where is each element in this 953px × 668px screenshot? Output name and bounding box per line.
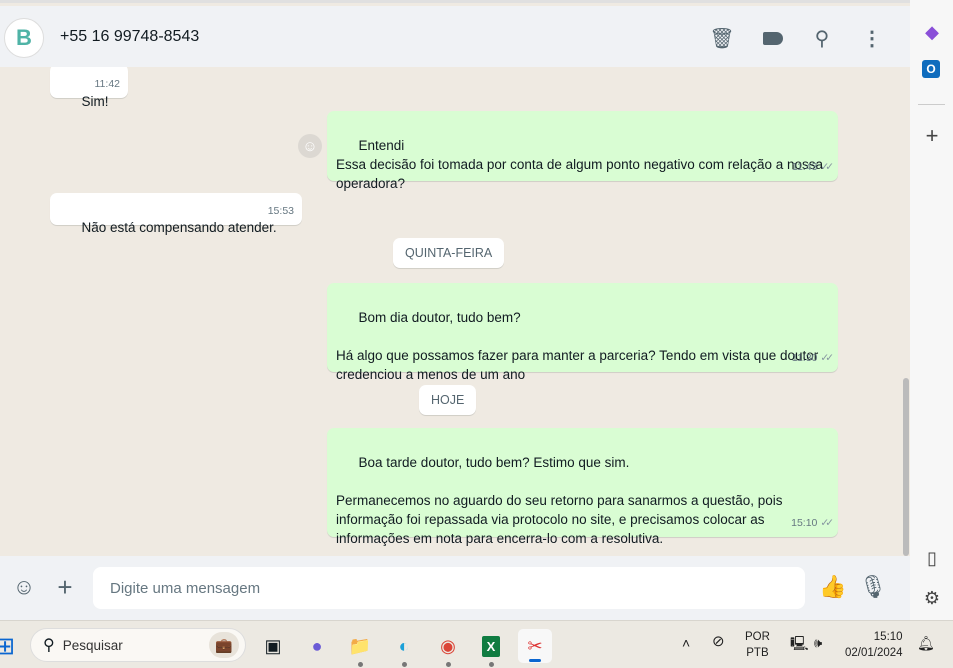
sidebar-divider bbox=[918, 104, 945, 105]
task-view-icon[interactable]: ▣ bbox=[256, 629, 290, 663]
message-time: 11:43 bbox=[791, 161, 818, 173]
read-ticks-icon: ✓✓ bbox=[820, 517, 833, 529]
message-incoming[interactable]: Não está compensando atender. 15:53 bbox=[50, 193, 302, 235]
day-chip: QUINTA-FEIRA bbox=[393, 238, 505, 268]
settings-icon[interactable]: ⚙ bbox=[920, 586, 944, 610]
edge-icon[interactable]: ◐ bbox=[387, 629, 421, 667]
message-outgoing[interactable]: Entendi Essa decisão foi tomada por cont… bbox=[327, 111, 838, 191]
chrome-icon[interactable]: ◉ bbox=[431, 629, 465, 667]
snipping-tool-icon[interactable]: ✂ bbox=[518, 629, 552, 663]
clock-time: 15:10 bbox=[873, 631, 903, 643]
day-chip: HOJE bbox=[419, 385, 477, 415]
message-time: 11:42 bbox=[94, 78, 121, 90]
network-icon[interactable]: 🖳 bbox=[790, 635, 809, 651]
edge-sidebar: ◆ O + ▯ ⚙ bbox=[910, 0, 953, 620]
briefcase-icon: 💼 bbox=[209, 632, 239, 658]
notification-bell-icon[interactable]: 🔔︎ bbox=[917, 635, 935, 651]
volume-icon[interactable]: 🕪 bbox=[814, 635, 822, 651]
onedrive-offline-icon[interactable]: ⊘ bbox=[712, 634, 725, 650]
tray-overflow-icon[interactable]: ˄ bbox=[682, 635, 690, 651]
message-outgoing[interactable]: Boa tarde doutor, tudo bem? Estimo que s… bbox=[327, 428, 838, 546]
label-icon[interactable] bbox=[759, 24, 787, 52]
message-time: 11:30 bbox=[791, 352, 818, 364]
file-explorer-icon[interactable]: 📁 bbox=[343, 629, 377, 667]
message-text: Boa tarde doutor, tudo bem? Estimo que s… bbox=[336, 455, 783, 546]
windows-taskbar: ⊞ ⚲ Pesquisar 💼 ▣ ● 📁 ◐ ◉ X ✂ ˄ ⊘ POR PTB… bbox=[0, 620, 953, 668]
outlook-icon[interactable]: O bbox=[922, 60, 940, 78]
whatsapp-window: B +55 16 99748-8543 🗑 ⚲ ⋮ Sim! 11:42 ☺ En… bbox=[0, 0, 910, 620]
search-icon[interactable]: ⚲ bbox=[808, 24, 836, 52]
message-time: 15:53 bbox=[267, 205, 294, 217]
chat-scrollbar[interactable] bbox=[903, 378, 909, 556]
message-list: Sim! 11:42 ☺ Entendi Essa decisão foi tom… bbox=[0, 67, 910, 556]
teams-icon[interactable]: ● bbox=[300, 629, 334, 663]
message-outgoing[interactable]: Bom dia doutor, tudo bem? Há algo que po… bbox=[327, 283, 838, 382]
chat-header: B +55 16 99748-8543 🗑 ⚲ ⋮ bbox=[0, 6, 910, 67]
message-text: Bom dia doutor, tudo bem? Há algo que po… bbox=[336, 310, 819, 382]
excel-icon[interactable]: X bbox=[474, 629, 508, 667]
emoji-react-icon[interactable]: ☺ bbox=[298, 134, 322, 158]
message-input[interactable] bbox=[93, 567, 805, 609]
add-icon[interactable]: + bbox=[920, 123, 944, 148]
start-icon[interactable]: ⊞ bbox=[0, 629, 22, 663]
message-text: Sim! bbox=[81, 94, 109, 109]
delete-icon[interactable]: 🗑 bbox=[708, 24, 736, 52]
compose-bar: ☺ + 👍 🎙 bbox=[0, 556, 910, 620]
microphone-icon[interactable]: 🎙 bbox=[858, 572, 888, 602]
thumbs-up-icon[interactable]: 👍 bbox=[818, 572, 848, 602]
clock[interactable]: 15:10 02/01/2024 bbox=[845, 629, 903, 661]
avatar-logo: B bbox=[16, 25, 32, 50]
read-ticks-icon: ✓✓ bbox=[820, 352, 833, 364]
clock-date: 02/01/2024 bbox=[845, 647, 903, 659]
language-top: POR bbox=[745, 631, 770, 643]
message-text: Não está compensando atender. bbox=[81, 220, 277, 235]
contact-name[interactable]: +55 16 99748-8543 bbox=[60, 28, 199, 46]
language-indicator[interactable]: POR PTB bbox=[745, 629, 770, 661]
message-text: Entendi Essa decisão foi tomada por cont… bbox=[336, 138, 824, 191]
taskbar-search[interactable]: ⚲ Pesquisar 💼 bbox=[30, 628, 246, 662]
read-ticks-icon: ✓✓ bbox=[820, 161, 833, 173]
contact-avatar[interactable]: B bbox=[4, 18, 44, 58]
emoji-icon[interactable]: ☺ bbox=[9, 572, 39, 602]
copilot-icon[interactable]: ◆ bbox=[920, 20, 944, 44]
message-time: 15:10 bbox=[791, 517, 818, 529]
sidebar-toggle-icon[interactable]: ▯ bbox=[920, 546, 944, 570]
message-incoming[interactable]: Sim! 11:42 bbox=[50, 67, 128, 109]
search-placeholder: Pesquisar bbox=[62, 637, 123, 653]
language-bottom: PTB bbox=[746, 647, 769, 659]
menu-icon[interactable]: ⋮ bbox=[858, 24, 886, 52]
attach-plus-icon[interactable]: + bbox=[50, 572, 80, 602]
search-icon: ⚲ bbox=[43, 637, 55, 654]
